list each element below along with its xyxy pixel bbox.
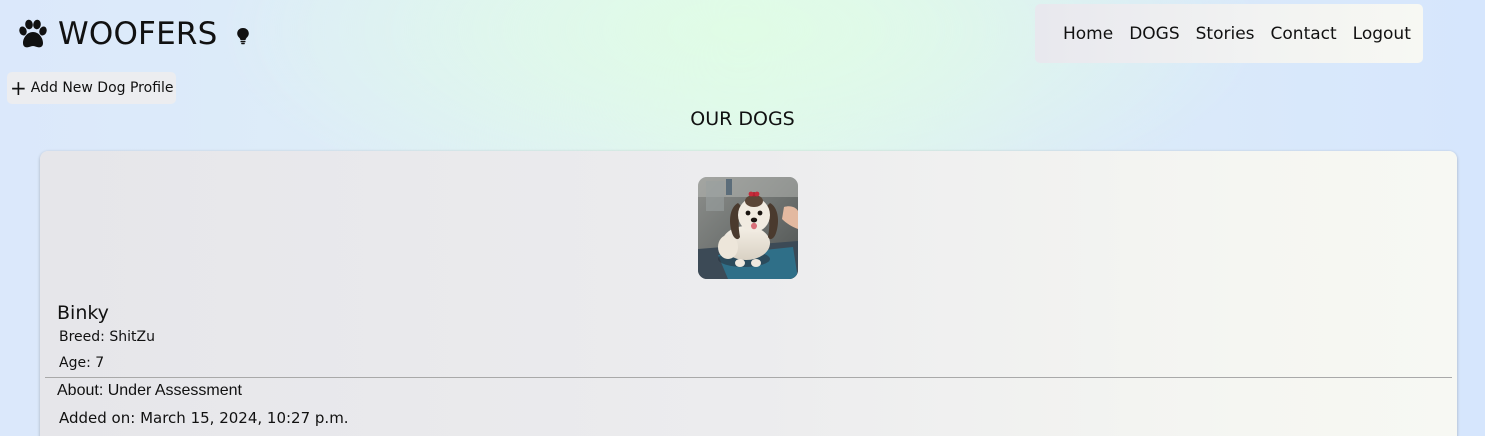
- dog-age-label: Age:: [59, 355, 91, 371]
- nav-item-home[interactable]: Home: [1063, 24, 1113, 44]
- add-dog-profile-button[interactable]: + Add New Dog Profile: [7, 72, 176, 104]
- dog-breed-row: Breed: ShitZu: [59, 329, 155, 345]
- dog-breed-label: Breed:: [59, 329, 105, 345]
- plus-icon: +: [10, 76, 27, 100]
- lightbulb-icon[interactable]: [236, 27, 250, 45]
- dog-age-row: Age: 7: [59, 355, 104, 371]
- dog-added-value: March 15, 2024, 10:27 p.m.: [140, 409, 349, 427]
- dog-card: Binky Breed: ShitZu Age: 7 About: Under …: [40, 151, 1457, 436]
- paw-icon: [16, 17, 50, 51]
- nav-item-stories[interactable]: Stories: [1196, 24, 1255, 44]
- dog-photo[interactable]: [698, 177, 798, 279]
- dog-breed-value: ShitZu: [109, 329, 155, 345]
- dog-added-label: Added on:: [59, 409, 136, 427]
- site-title[interactable]: WOOFERS: [58, 16, 218, 52]
- card-divider: [45, 377, 1452, 378]
- dog-about-label: About:: [57, 382, 104, 399]
- main-nav: Home DOGS Stories Contact Logout: [1035, 4, 1423, 63]
- dog-added-row: Added on: March 15, 2024, 10:27 p.m.: [59, 409, 349, 427]
- nav-item-dogs[interactable]: DOGS: [1129, 24, 1179, 44]
- page-title: OUR DOGS: [690, 108, 795, 130]
- dog-about-value: Under Assessment: [107, 382, 242, 399]
- dog-name: Binky: [57, 302, 109, 324]
- brand: WOOFERS: [16, 14, 250, 54]
- add-dog-profile-label: Add New Dog Profile: [30, 80, 174, 96]
- nav-item-contact[interactable]: Contact: [1271, 24, 1337, 44]
- nav-item-logout[interactable]: Logout: [1353, 24, 1411, 44]
- dog-about-row: About: Under Assessment: [57, 382, 242, 400]
- dog-age-value: 7: [95, 355, 105, 371]
